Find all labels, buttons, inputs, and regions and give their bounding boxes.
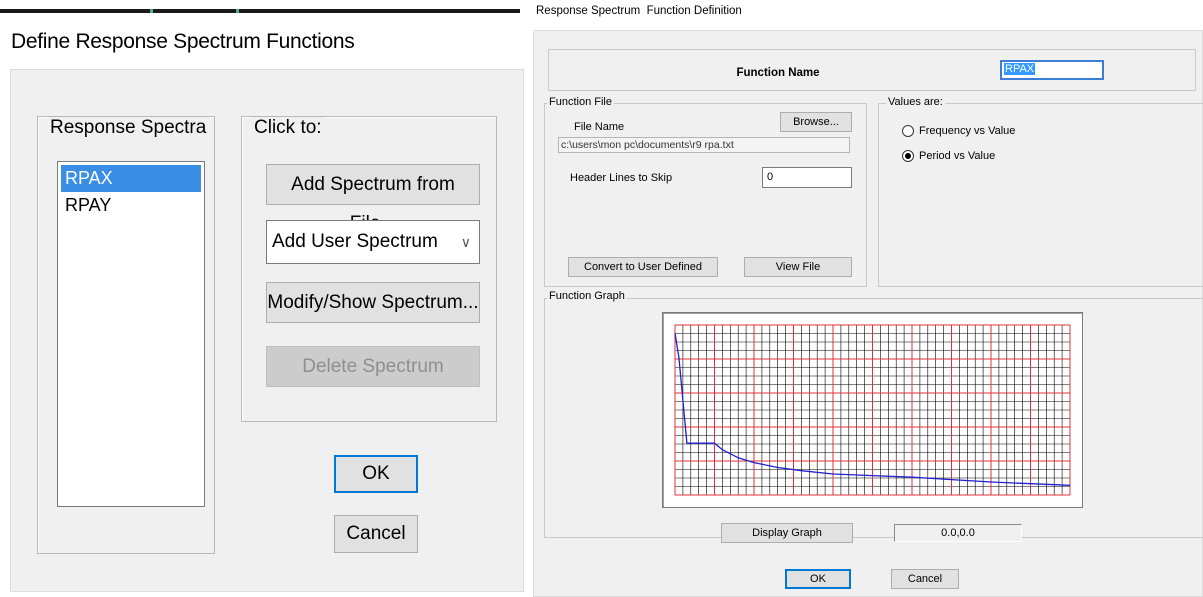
modify-show-spectrum-button[interactable]: Modify/Show Spectrum... xyxy=(266,282,480,323)
coordinate-readout: 0.0,0.0 xyxy=(894,524,1022,542)
dialog-title: Define Response Spectrum Functions xyxy=(11,30,355,53)
list-item[interactable]: RPAY xyxy=(61,192,201,219)
function-name-value: RPAX xyxy=(1004,63,1036,75)
chevron-down-icon: ∨ xyxy=(460,234,471,250)
define-spectrum-dialog: Response Spectra RPAX RPAY Click to: Add… xyxy=(10,69,524,592)
function-graph-plot xyxy=(662,312,1083,508)
response-spectra-label: Response Spectra xyxy=(47,117,210,139)
function-name-label: Function Name xyxy=(736,67,820,79)
function-file-label: Function File xyxy=(547,96,614,108)
browse-button[interactable]: Browse... xyxy=(780,112,852,132)
function-name-input[interactable]: RPAX xyxy=(1000,60,1104,80)
cancel-button[interactable]: Cancel xyxy=(891,569,959,589)
click-to-label: Click to: xyxy=(251,117,325,139)
edge-marker xyxy=(150,9,153,13)
dropdown-value: Add User Spectrum xyxy=(272,231,438,252)
window-top-edge xyxy=(0,9,520,13)
header-lines-input[interactable]: 0 xyxy=(762,167,852,188)
edge-marker xyxy=(236,9,239,13)
period-vs-value-radio[interactable]: Period vs Value xyxy=(902,150,995,162)
dialog-title: Response Spectrum Function Definition xyxy=(536,5,742,17)
radio-label: Frequency vs Value xyxy=(919,125,1016,137)
radio-button[interactable] xyxy=(902,125,914,137)
delete-spectrum-button: Delete Spectrum xyxy=(266,346,480,387)
function-graph-label: Function Graph xyxy=(547,290,627,302)
view-file-button[interactable]: View File xyxy=(744,257,852,277)
file-name-label: File Name xyxy=(574,121,625,133)
radio-label: Period vs Value xyxy=(919,150,996,162)
radio-button[interactable] xyxy=(902,150,914,162)
list-item[interactable]: RPAX xyxy=(61,165,201,192)
convert-to-user-defined-button[interactable]: Convert to User Defined xyxy=(568,257,718,277)
graph-canvas xyxy=(674,324,1071,496)
header-lines-label: Header Lines to Skip xyxy=(570,172,673,184)
frequency-vs-value-radio[interactable]: Frequency vs Value xyxy=(902,125,1015,137)
spectrum-function-definition-dialog: Function Name RPAX Function File File Na… xyxy=(533,30,1203,597)
ok-button[interactable]: OK xyxy=(334,455,418,493)
ok-button[interactable]: OK xyxy=(785,569,851,589)
cancel-button[interactable]: Cancel xyxy=(334,515,418,553)
add-user-spectrum-dropdown[interactable]: Add User Spectrum ∨ xyxy=(266,220,480,264)
spectra-list[interactable]: RPAX RPAY xyxy=(57,161,205,507)
display-graph-button[interactable]: Display Graph xyxy=(721,523,853,543)
file-path-field[interactable]: c:\users\mon pc\documents\r9 rpa.txt xyxy=(558,137,850,153)
add-spectrum-from-file-button[interactable]: Add Spectrum from File... xyxy=(266,164,480,234)
values-are-label: Values are: xyxy=(886,96,945,108)
